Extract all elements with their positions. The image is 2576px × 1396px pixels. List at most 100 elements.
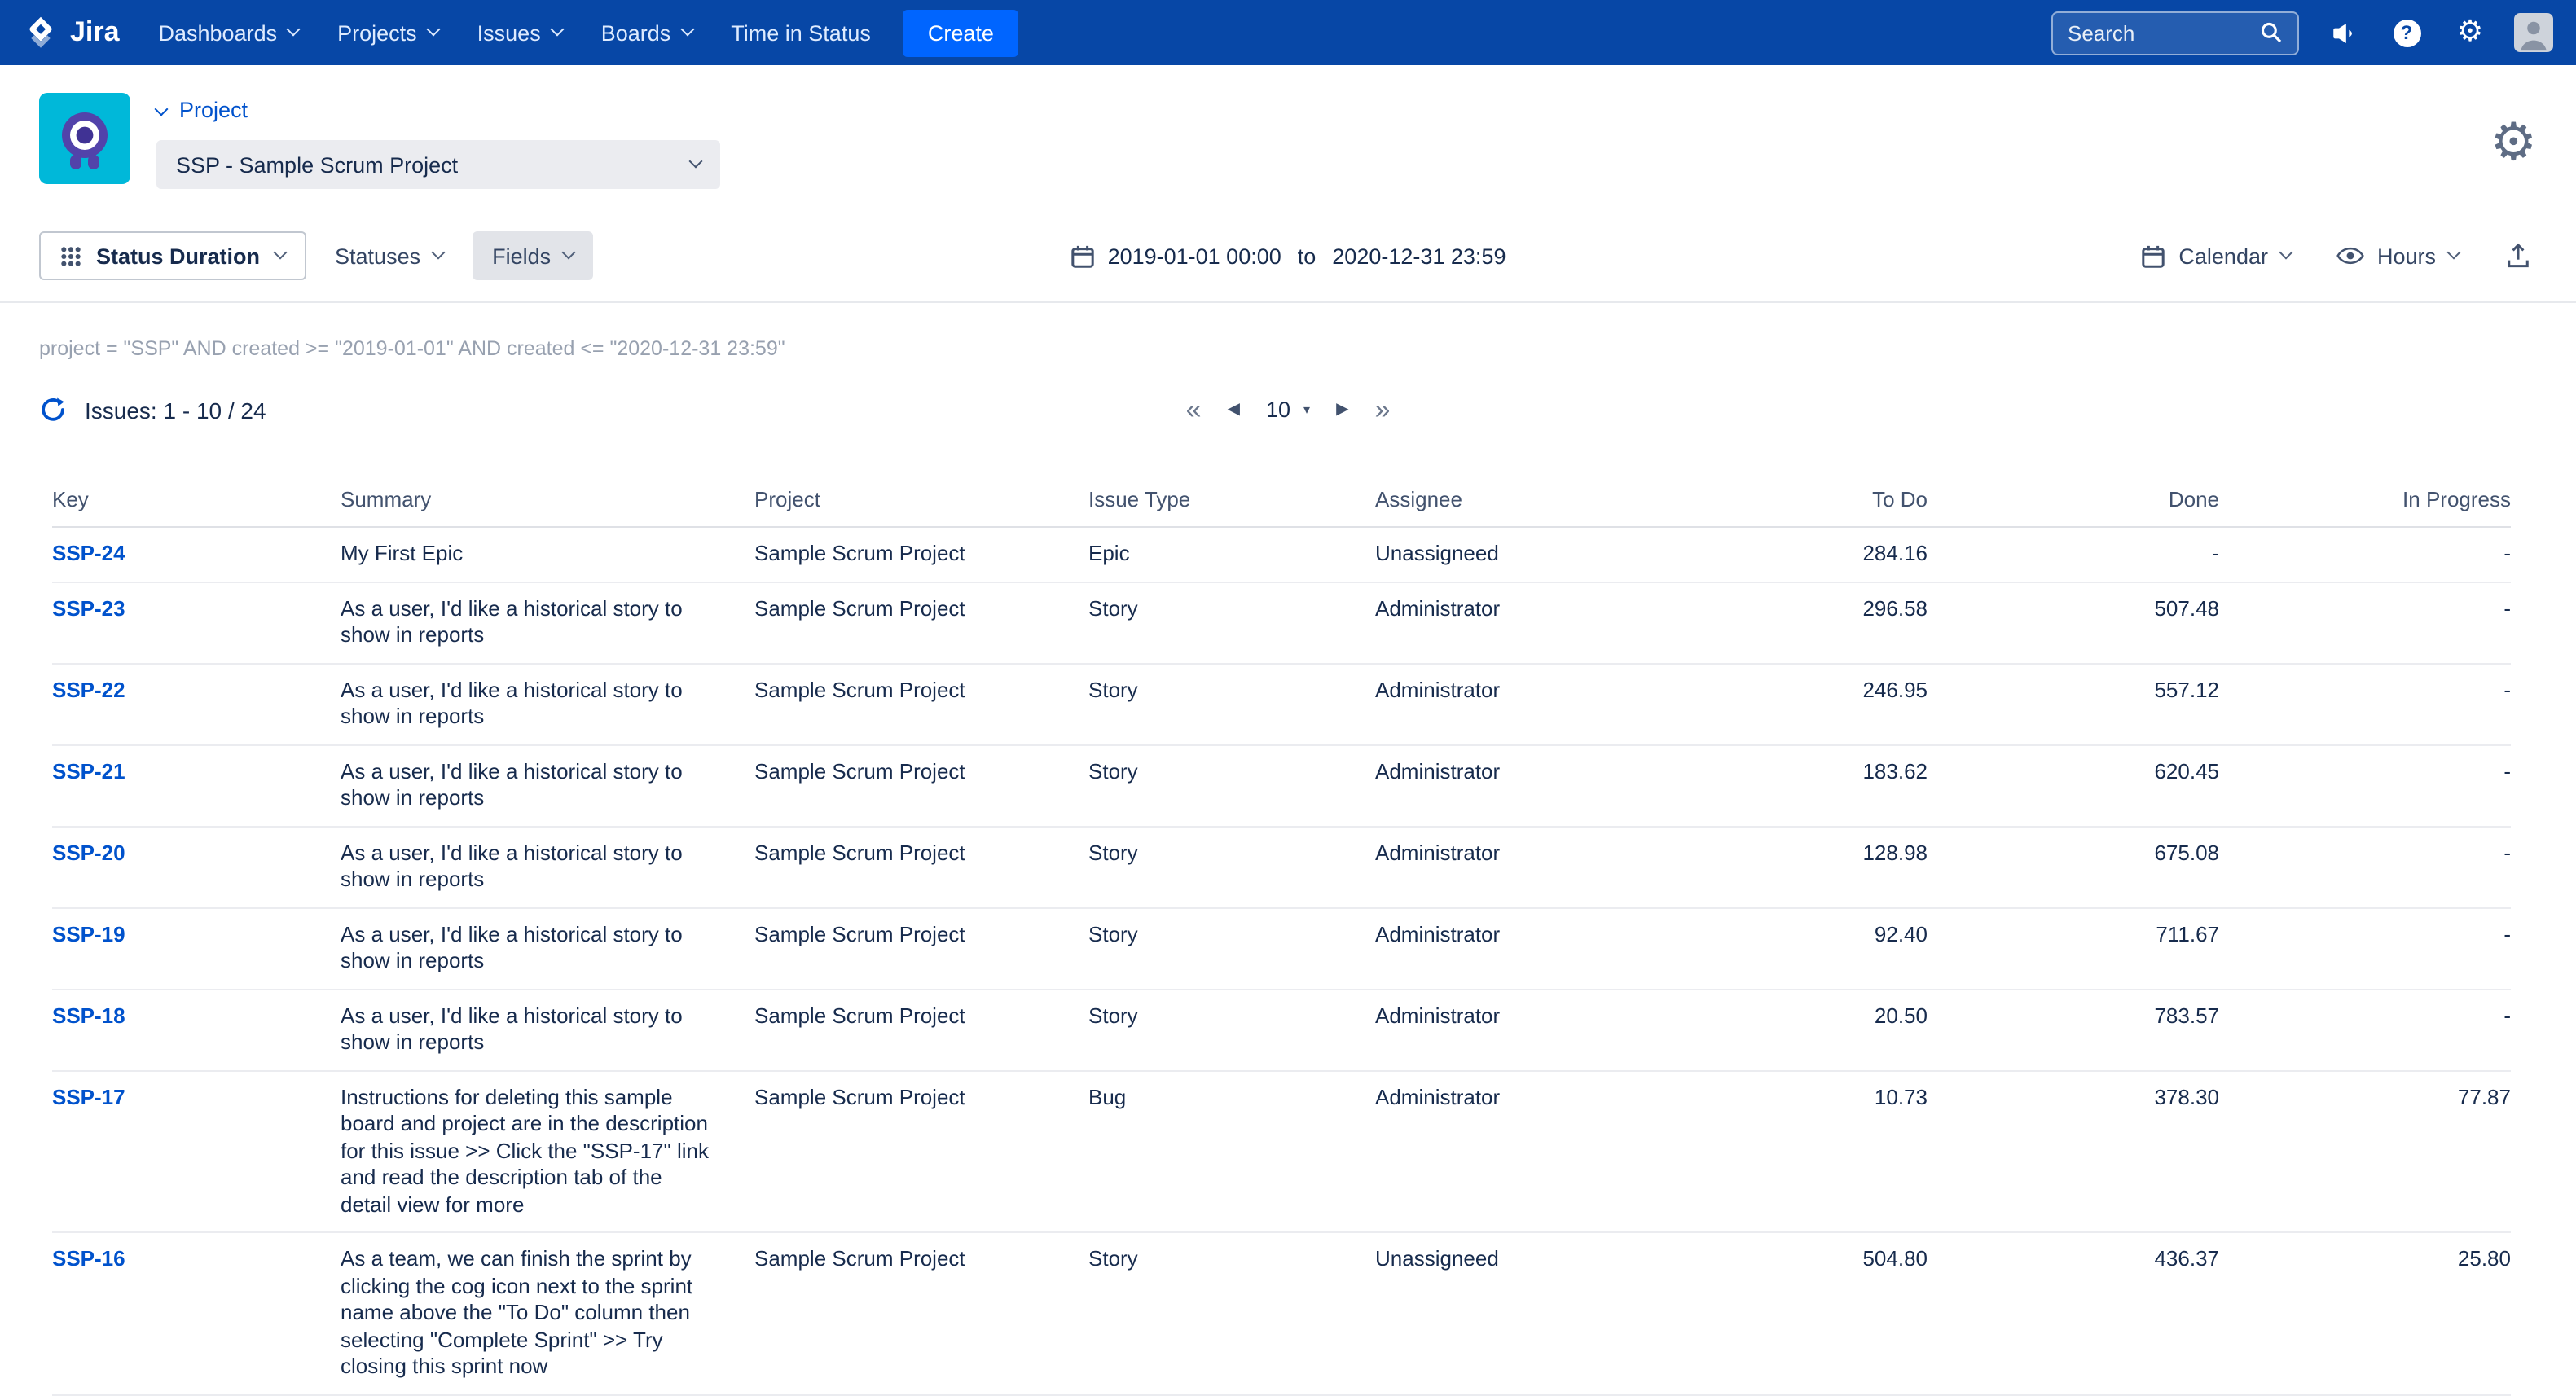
nav-dashboards-label: Dashboards (159, 20, 278, 45)
table-row: SSP-24My First EpicSample Scrum ProjectE… (52, 527, 2511, 582)
settings-gear-icon[interactable]: ⚙ (2451, 13, 2490, 52)
issue-project: Sample Scrum Project (754, 527, 1088, 582)
done-value: 378.30 (1928, 1070, 2219, 1232)
primary-nav: Dashboards Projects Issues Boards Time i… (159, 20, 871, 45)
issue-key-link[interactable]: SSP-18 (52, 1003, 125, 1027)
date-range-picker[interactable]: 2019-01-01 00:00 to 2020-12-31 23:59 (1070, 244, 1506, 268)
navbar-right: Search ? ⚙ (2051, 11, 2553, 55)
project-select[interactable]: SSP - Sample Scrum Project (156, 140, 720, 189)
issue-key-link[interactable]: SSP-20 (52, 840, 125, 864)
help-icon[interactable]: ? (2387, 13, 2426, 52)
export-icon[interactable] (2498, 236, 2537, 275)
issue-key-link[interactable]: SSP-21 (52, 758, 125, 783)
calendar-mode-button[interactable]: Calendar (2134, 232, 2297, 279)
chevron-down-icon (273, 246, 287, 260)
issue-summary: As a user, I'd like a historical story t… (341, 826, 754, 907)
next-page-button[interactable]: ▶ (1336, 402, 1348, 418)
issue-key-cell: SSP-19 (52, 907, 341, 989)
report-toolbar: Status Duration Statuses Fields 2019-01-… (0, 209, 2576, 303)
column-header-assignee: Assignee (1375, 472, 1701, 527)
issue-project: Sample Scrum Project (754, 744, 1088, 826)
user-avatar[interactable] (2514, 13, 2553, 52)
done-value: - (1928, 527, 2219, 582)
table-row: SSP-20 As a user, I'd like a historical s… (52, 826, 2511, 907)
done-value: 620.45 (1928, 744, 2219, 826)
issue-type: Epic (1088, 527, 1375, 582)
issues-table-body: SSP-24My First EpicSample Scrum ProjectE… (52, 527, 2511, 1394)
issues-count-label: Issues: 1 - 10 / 24 (85, 397, 266, 423)
jira-home-link[interactable]: Jira (23, 15, 120, 50)
search-input[interactable]: Search (2051, 11, 2299, 55)
issue-type: Story (1088, 663, 1375, 744)
done-value: 436.37 (1928, 1232, 2219, 1394)
done-value: 783.57 (1928, 989, 2219, 1070)
column-header-issue-type: Issue Type (1088, 472, 1375, 527)
statuses-label: Statuses (335, 244, 420, 268)
issue-project: Sample Scrum Project (754, 907, 1088, 989)
calendar-icon (1070, 244, 1095, 268)
chevron-down-icon (2279, 246, 2293, 260)
nav-projects[interactable]: Projects (337, 20, 438, 45)
issue-type: Story (1088, 989, 1375, 1070)
last-page-button[interactable]: » (1374, 396, 1390, 424)
prev-page-button[interactable]: ◀ (1228, 402, 1240, 418)
inprogress-value: - (2219, 582, 2511, 663)
nav-time-in-status[interactable]: Time in Status (731, 20, 871, 45)
toolbar-left: Status Duration Statuses Fields (39, 231, 1070, 280)
done-value: 507.48 (1928, 582, 2219, 663)
nav-boards[interactable]: Boards (601, 20, 692, 45)
chevron-down-icon (689, 155, 703, 169)
issue-key-link[interactable]: SSP-17 (52, 1084, 125, 1108)
issue-key-cell: SSP-21 (52, 744, 341, 826)
issue-assignee: Administrator (1375, 1070, 1701, 1232)
nav-dashboards[interactable]: Dashboards (159, 20, 299, 45)
report-type-label: Status Duration (96, 244, 260, 268)
chevron-down-icon (287, 23, 301, 37)
issues-summary-group: Issues: 1 - 10 / 24 (39, 396, 1186, 424)
nav-issues-label: Issues (477, 20, 541, 45)
feedback-megaphone-icon[interactable] (2323, 13, 2363, 52)
issue-key-cell: SSP-16 (52, 1232, 341, 1394)
issue-assignee: Administrator (1375, 989, 1701, 1070)
issue-key-link[interactable]: SSP-19 (52, 921, 125, 946)
issue-type: Story (1088, 1232, 1375, 1394)
issues-table: Key Summary Project Issue Type Assignee … (52, 472, 2511, 1395)
done-value: 711.67 (1928, 907, 2219, 989)
table-row: SSP-23As a user, I'd like a historical s… (52, 582, 2511, 663)
issue-key-link[interactable]: SSP-24 (52, 541, 125, 565)
inprogress-value: - (2219, 989, 2511, 1070)
issue-key-link[interactable]: SSP-23 (52, 595, 125, 620)
chevron-down-icon (155, 102, 169, 116)
report-type-button[interactable]: Status Duration (39, 231, 306, 280)
units-button[interactable]: Hours (2330, 232, 2465, 279)
issues-bar: Issues: 1 - 10 / 24 « ◀ 10 ▾ ▶ » (0, 360, 2576, 437)
issue-summary: Instructions for deleting this sample bo… (341, 1070, 754, 1232)
page-size-select[interactable]: 10 ▾ (1266, 397, 1310, 422)
todo-value: 20.50 (1701, 989, 1928, 1070)
search-placeholder: Search (2068, 20, 2134, 45)
refresh-icon[interactable] (39, 396, 67, 424)
inprogress-value: - (2219, 527, 2511, 582)
project-meta: Project SSP - Sample Scrum Project (156, 93, 720, 189)
issue-project: Sample Scrum Project (754, 1232, 1088, 1394)
fields-button[interactable]: Fields (473, 231, 593, 280)
column-header-summary: Summary (341, 472, 754, 527)
nav-issues[interactable]: Issues (477, 20, 562, 45)
table-row: SSP-17 Instructions for deleting this sam… (52, 1070, 2511, 1232)
jql-query-text: project = "SSP" AND created >= "2019-01-… (0, 303, 2576, 360)
calendar-icon (2141, 244, 2165, 268)
issue-summary: As a user, I'd like a historical story t… (341, 989, 754, 1070)
table-row: SSP-22As a user, I'd like a historical s… (52, 663, 2511, 744)
project-section-toggle[interactable]: Project (156, 98, 720, 122)
report-settings-gear-icon[interactable]: ⚙ (2490, 115, 2537, 167)
project-avatar[interactable] (39, 93, 130, 184)
first-page-button[interactable]: « (1186, 396, 1202, 424)
statuses-button[interactable]: Statuses (328, 232, 450, 279)
chevron-down-icon (432, 246, 446, 260)
issue-key-link[interactable]: SSP-22 (52, 677, 125, 701)
inprogress-value: - (2219, 907, 2511, 989)
table-row: SSP-16As a team, we can finish the sprin… (52, 1232, 2511, 1394)
create-button[interactable]: Create (903, 9, 1018, 56)
done-value: 557.12 (1928, 663, 2219, 744)
issue-key-link[interactable]: SSP-16 (52, 1246, 125, 1271)
